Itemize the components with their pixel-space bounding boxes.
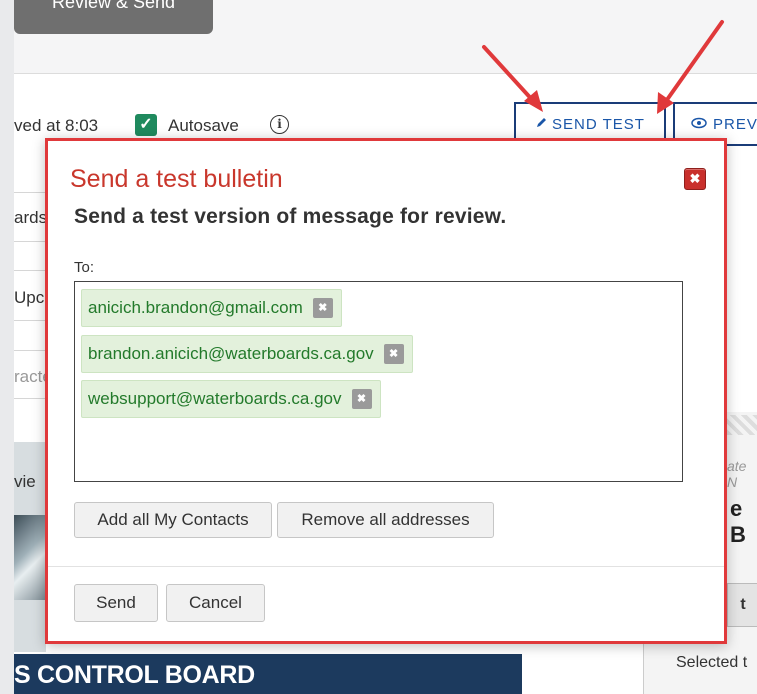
send-label: Send xyxy=(96,593,136,612)
right-panel-stripes xyxy=(727,415,757,435)
info-icon[interactable]: i xyxy=(270,115,289,134)
saved-status: ved at 8:03 xyxy=(14,116,99,135)
recipient-chip: anicich.brandon@gmail.com ✖ xyxy=(81,289,342,327)
left-tab-boards[interactable]: ards xyxy=(14,208,48,228)
add-all-contacts-button[interactable]: Add all My Contacts xyxy=(74,502,272,538)
right-panel-selected: Selected t xyxy=(676,654,748,671)
recipient-email: anicich.brandon@gmail.com xyxy=(88,298,303,317)
recipients-input[interactable]: anicich.brandon@gmail.com ✖ brandon.anic… xyxy=(74,281,683,482)
right-panel-heading: e B xyxy=(730,496,746,547)
remove-all-addresses-button[interactable]: Remove all addresses xyxy=(277,502,494,538)
dialog-subtitle: Send a test version of message for revie… xyxy=(74,205,507,228)
autosave-label: Autosave xyxy=(168,116,239,135)
left-gutter xyxy=(0,0,14,694)
autosave-checkbox[interactable]: ✓ xyxy=(135,114,157,136)
send-button[interactable]: Send xyxy=(74,584,158,622)
pencil-icon xyxy=(535,116,548,133)
banner-text: S CONTROL BOARD xyxy=(14,661,255,689)
preview-label: PREV xyxy=(713,115,757,133)
remove-all-addresses-label: Remove all addresses xyxy=(301,510,470,529)
recipient-chip: brandon.anicich@waterboards.ca.gov ✖ xyxy=(81,335,413,373)
send-test-dialog: Send a test bulletin ✖ Send a test versi… xyxy=(45,138,727,644)
right-panel-control-label: t xyxy=(740,596,746,613)
check-icon: ✓ xyxy=(139,116,153,133)
close-icon[interactable]: ✖ xyxy=(684,168,706,190)
dialog-title: Send a test bulletin xyxy=(70,165,283,193)
to-label: To: xyxy=(74,259,95,276)
dialog-divider xyxy=(48,566,724,567)
cancel-button[interactable]: Cancel xyxy=(166,584,265,622)
remove-recipient-icon[interactable]: ✖ xyxy=(312,298,333,318)
recipient-chip: websupport@waterboards.ca.gov ✖ xyxy=(81,380,381,418)
recipient-email: websupport@waterboards.ca.gov xyxy=(88,389,342,408)
right-panel-control[interactable]: t xyxy=(727,583,757,627)
eye-icon xyxy=(691,116,707,133)
send-test-label: SEND TEST xyxy=(552,115,645,133)
review-send-label: Review & Send xyxy=(51,0,176,12)
recipient-email: brandon.anicich@waterboards.ca.gov xyxy=(88,344,374,363)
add-all-contacts-label: Add all My Contacts xyxy=(97,510,249,529)
remove-recipient-icon[interactable]: ✖ xyxy=(383,344,404,364)
right-panel-hint: ate N xyxy=(727,458,747,490)
left-tab-updates[interactable]: Upc xyxy=(14,288,45,308)
remove-recipient-icon[interactable]: ✖ xyxy=(351,389,372,409)
hero-view-text: vie xyxy=(14,472,36,491)
cancel-label: Cancel xyxy=(189,593,242,612)
review-send-button[interactable]: Review & Send xyxy=(14,0,213,34)
